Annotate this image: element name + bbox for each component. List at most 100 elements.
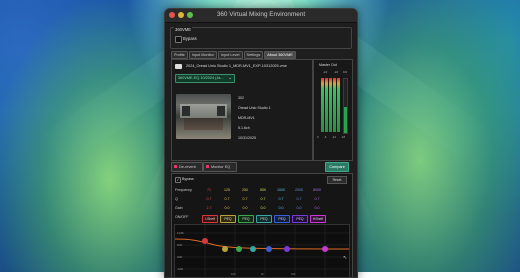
- eq-reset-button[interactable]: Reset: [327, 176, 347, 184]
- meter-bar-5: [337, 78, 340, 132]
- group-label: 360VME: [174, 27, 193, 32]
- graph-x-10k: 10k: [291, 272, 296, 276]
- tab-dereverb[interactable]: De-reverb: [171, 162, 203, 172]
- filter-band-4[interactable]: PEQ: [256, 215, 272, 223]
- scale-18: -18: [341, 135, 346, 139]
- main-tabs: Profile Input Monitor Input Level Settin…: [171, 51, 296, 59]
- dereverb-indicator: [174, 165, 177, 168]
- compare-button[interactable]: Compare: [325, 162, 349, 172]
- eq-bypass-label: Bypass: [182, 177, 194, 181]
- gain-band-6[interactable]: 0.0: [292, 206, 306, 210]
- filter-band-1[interactable]: LShelf: [202, 215, 218, 223]
- band-2-handle[interactable]: [222, 246, 228, 252]
- profile-dropdown-value: 360VME-EQ 10/2024 (Ja...: [178, 76, 224, 80]
- master-out-small-1: -inf: [323, 70, 328, 74]
- graph-y-minus6: -6dB: [177, 267, 183, 271]
- gain-band-5[interactable]: 0.0: [274, 206, 288, 210]
- info-headphone: MDR-MV1: [238, 116, 255, 120]
- tab-dereverb-label: De-reverb: [179, 164, 196, 169]
- master-out-label: Master Out: [319, 63, 337, 67]
- tab-input-monitor[interactable]: Input Monitor: [188, 51, 217, 59]
- app-window: 360 Virtual Mixing Environment 360VME By…: [164, 8, 358, 278]
- freq-band-4[interactable]: 500: [256, 188, 270, 192]
- q-band-5[interactable]: 0.7: [274, 197, 288, 201]
- master-out-meter: Master Out -inf -inf 0.0 0 -6 -12 -18: [313, 59, 353, 161]
- filter-band-6[interactable]: PEQ: [292, 215, 308, 223]
- info-date: 10/31/2025: [238, 136, 256, 140]
- title-bar: 360 Virtual Mixing Environment: [165, 9, 357, 23]
- row-label-gain: Gain: [175, 206, 183, 210]
- filter-band-7[interactable]: HShelf: [310, 215, 326, 223]
- profile-dropdown[interactable]: 360VME-EQ 10/2024 (Ja... ⌄: [175, 74, 235, 83]
- freq-band-1[interactable]: 71: [202, 188, 216, 192]
- graph-y-0: 0dB: [177, 255, 182, 259]
- q-band-7[interactable]: 0.7: [310, 197, 324, 201]
- profile-filename: 2024_Oread Unio Studio 1_MDR-MV1_EXP-103…: [186, 64, 287, 68]
- check-icon: ✓: [176, 177, 180, 182]
- info-id: 302: [238, 96, 244, 100]
- info-studio: Oread Unio Studio 1: [238, 106, 271, 110]
- tab-settings[interactable]: Settings: [243, 51, 264, 59]
- scale-0: 0: [317, 135, 319, 139]
- eq-graph-svg: [174, 225, 350, 277]
- meter-bar-4: [333, 78, 336, 132]
- tab-input-level[interactable]: Input Level: [217, 51, 243, 59]
- q-band-6[interactable]: 0.7: [292, 197, 306, 201]
- subtab-bar: De-reverb Monitor EQ Compare: [171, 162, 351, 172]
- freq-band-2[interactable]: 125: [220, 188, 234, 192]
- tab-monitor-eq-label: Monitor EQ: [211, 164, 231, 169]
- freq-band-7[interactable]: 8000: [310, 188, 324, 192]
- q-band-2[interactable]: 0.7: [220, 197, 234, 201]
- studio-image: [176, 94, 231, 139]
- scale-12: -12: [332, 135, 337, 139]
- tab-profile[interactable]: Profile: [171, 51, 188, 59]
- window-title: 360 Virtual Mixing Environment: [216, 11, 306, 18]
- band-6-handle[interactable]: [284, 246, 290, 252]
- filter-band-3[interactable]: PEQ: [238, 215, 254, 223]
- row-label-q: Q: [175, 197, 178, 201]
- bypass-label: Bypass: [183, 36, 197, 41]
- q-band-4[interactable]: 0.7: [256, 197, 270, 201]
- mouse-cursor-icon: ↖: [343, 255, 348, 261]
- meter-bar-3: [329, 78, 332, 132]
- band-7-handle[interactable]: [322, 246, 328, 252]
- chevron-down-icon: ⌄: [228, 75, 232, 80]
- graph-x-100: 100: [231, 272, 236, 276]
- folder-icon[interactable]: [175, 64, 182, 69]
- gain-band-3[interactable]: 0.0: [238, 206, 252, 210]
- gain-band-7[interactable]: 0.0: [310, 206, 324, 210]
- eq-graph[interactable]: 12dB 6dB 0dB -6dB 100 1k 10k ↖: [174, 224, 350, 277]
- band-3-handle[interactable]: [236, 246, 242, 252]
- master-out-small-2: -inf: [334, 70, 339, 74]
- q-band-1[interactable]: 0.7: [202, 197, 216, 201]
- band-4-handle[interactable]: [250, 246, 256, 252]
- profile-panel: 2024_Oread Unio Studio 1_MDR-MV1_EXP-103…: [171, 59, 313, 161]
- band-1-handle[interactable]: [202, 238, 208, 244]
- row-label-frequency: Frequency: [175, 188, 192, 192]
- graph-y-6: 6dB: [177, 243, 182, 247]
- gain-band-2[interactable]: 0.0: [220, 206, 234, 210]
- filter-band-5[interactable]: PEQ: [274, 215, 290, 223]
- row-label-onoff: ON/OFF: [175, 215, 189, 219]
- info-channels: 5.1.6ch: [238, 126, 250, 130]
- meter-bar-1: [321, 78, 324, 132]
- freq-band-3[interactable]: 250: [238, 188, 252, 192]
- tab-monitor-eq[interactable]: Monitor EQ: [203, 162, 237, 172]
- eq-bypass-checkbox[interactable]: ✓: [175, 177, 181, 183]
- bypass-checkbox[interactable]: [175, 36, 182, 43]
- gain-band-1[interactable]: 2.7: [202, 206, 216, 210]
- graph-y-12: 12dB: [177, 231, 184, 235]
- master-fader-track[interactable]: [343, 78, 348, 134]
- eq-panel: ✓ Bypass Reset Frequency Q Gain ON/OFF 7…: [171, 173, 353, 277]
- graph-x-1k: 1k: [261, 272, 264, 276]
- freq-band-6[interactable]: 2000: [292, 188, 306, 192]
- filter-band-2[interactable]: PEQ: [220, 215, 236, 223]
- band-5-handle[interactable]: [266, 246, 272, 252]
- meter-bar-2: [325, 78, 328, 132]
- tab-about[interactable]: About 360VME: [264, 51, 296, 59]
- freq-band-5[interactable]: 1000: [274, 188, 288, 192]
- q-band-3[interactable]: 0.7: [238, 197, 252, 201]
- gain-band-4[interactable]: 0.0: [256, 206, 270, 210]
- scale-6: -6: [324, 135, 327, 139]
- monitor-eq-indicator: [206, 165, 209, 168]
